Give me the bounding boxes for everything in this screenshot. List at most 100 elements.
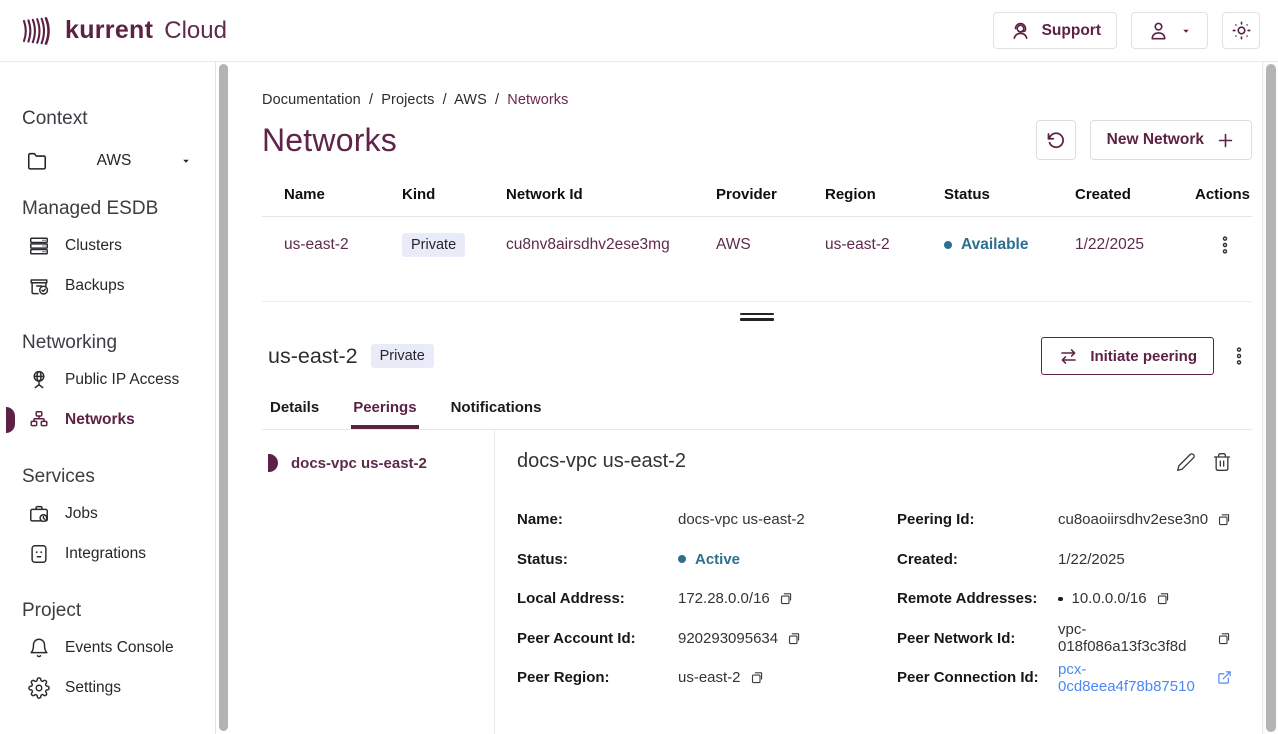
section-heading-services: Services <box>22 466 215 488</box>
tab-details[interactable]: Details <box>268 399 321 429</box>
copy-icon <box>1217 512 1232 527</box>
table-header: Name Kind Network Id Provider Region Sta… <box>262 186 1252 217</box>
table-row[interactable]: us-east-2 Private cu8nv8airsdhv2ese3mg A… <box>262 217 1252 273</box>
network-detail-title: us-east-2 <box>268 344 358 369</box>
theme-toggle-button[interactable] <box>1222 12 1260 49</box>
breadcrumb: Documentation / Projects / AWS / Network… <box>262 92 1252 108</box>
peer-connection-id-link[interactable]: pcx-0cd8eea4f78b87510 <box>1058 661 1208 695</box>
sidebar-item-settings[interactable]: Settings <box>28 668 215 708</box>
peering-detail-title: docs-vpc us-east-2 <box>517 450 686 473</box>
tab-notifications[interactable]: Notifications <box>449 399 544 429</box>
field-label-peer-region: Peer Region: <box>517 669 678 686</box>
sidebar-item-label: Public IP Access <box>65 371 179 389</box>
field-value-name: docs-vpc us-east-2 <box>678 511 805 528</box>
selected-peering-marker <box>268 454 278 472</box>
field-label-peering-id: Peering Id: <box>897 511 1058 528</box>
kurrent-cloud-logo[interactable]: kurrent Cloud <box>20 16 227 46</box>
refresh-icon <box>1045 130 1066 151</box>
refresh-button[interactable] <box>1036 120 1076 160</box>
edit-peering-button[interactable] <box>1176 452 1196 472</box>
header-actions: Support <box>993 12 1260 49</box>
field-label-name: Name: <box>517 511 678 528</box>
copy-remote-addresses-button[interactable] <box>1156 591 1171 606</box>
sidebar-item-jobs[interactable]: Jobs <box>28 494 215 534</box>
panel-splitter <box>262 301 1252 331</box>
copy-icon <box>1156 591 1171 606</box>
field-value-peer-account-id: 920293095634 <box>678 630 778 647</box>
sidebar-scrollbar[interactable] <box>215 62 232 734</box>
breadcrumb-item[interactable]: Projects <box>381 92 434 108</box>
new-network-button[interactable]: New Network <box>1090 120 1252 160</box>
main-scrollbar[interactable] <box>1262 62 1278 734</box>
delete-peering-button[interactable] <box>1212 452 1232 472</box>
plus-icon <box>1216 131 1235 150</box>
sidebar-item-public-ip-access[interactable]: Public IP Access <box>28 360 215 400</box>
copy-peer-network-id-button[interactable] <box>1217 631 1232 646</box>
field-row: Local Address: 172.28.0.0/16 <box>517 579 1232 619</box>
status-dot <box>944 241 952 249</box>
sidebar-item-events-console[interactable]: Events Console <box>28 628 215 668</box>
gear-icon <box>28 677 50 699</box>
context-selector[interactable]: AWS <box>26 150 192 172</box>
status-label: Available <box>961 236 1029 254</box>
field-label-peer-account-id: Peer Account Id: <box>517 630 678 647</box>
chevron-down-icon <box>180 155 192 167</box>
breadcrumb-item[interactable]: AWS <box>454 92 487 108</box>
app-header: kurrent Cloud Support <box>0 0 1278 62</box>
peering-list: docs-vpc us-east-2 <box>262 430 495 734</box>
main-scrollbar-thumb[interactable] <box>1266 64 1276 732</box>
user-icon <box>1147 19 1170 42</box>
splitter-drag-handle[interactable] <box>740 310 774 324</box>
sidebar-item-label: Backups <box>65 277 124 295</box>
field-value-peering-id: cu8oaoiirsdhv2ese3n0 <box>1058 511 1208 528</box>
column-header-kind: Kind <box>402 186 506 203</box>
sidebar-item-integrations[interactable]: Integrations <box>28 534 215 574</box>
kind-badge: Private <box>402 233 465 257</box>
context-selected-value: AWS <box>97 152 132 170</box>
breadcrumb-item[interactable]: Documentation <box>262 92 361 108</box>
sidebar-item-clusters[interactable]: Clusters <box>28 226 215 266</box>
cell-status: Available <box>944 236 1075 254</box>
logo-text-bold: kurrent <box>65 16 153 45</box>
sidebar-item-networks[interactable]: Networks <box>28 400 215 440</box>
open-peer-connection-button[interactable] <box>1217 670 1232 685</box>
integrations-icon <box>28 543 50 565</box>
sidebar-item-label: Clusters <box>65 237 122 255</box>
field-label-created: Created: <box>897 551 1058 568</box>
column-header-name: Name <box>284 186 402 203</box>
sidebar-item-backups[interactable]: Backups <box>28 266 215 306</box>
trash-icon <box>1212 452 1232 472</box>
sidebar-scrollbar-thumb[interactable] <box>219 64 228 731</box>
sidebar-item-label: Events Console <box>65 639 174 657</box>
section-heading-managed-esdb: Managed ESDB <box>22 198 215 220</box>
row-kebab-menu-button[interactable] <box>1212 231 1238 259</box>
field-row: Name: docs-vpc us-east-2 Peering Id: cu8… <box>517 500 1232 540</box>
peering-list-item[interactable]: docs-vpc us-east-2 <box>262 454 494 472</box>
copy-peering-id-button[interactable] <box>1217 512 1232 527</box>
column-header-region: Region <box>825 186 944 203</box>
copy-peer-region-button[interactable] <box>750 670 765 685</box>
column-header-provider: Provider <box>716 186 825 203</box>
initiate-peering-button[interactable]: Initiate peering <box>1041 337 1214 375</box>
external-link-icon <box>1217 670 1232 685</box>
field-row: Peer Account Id: 920293095634 <box>517 619 1232 659</box>
column-header-actions: Actions <box>1182 186 1252 203</box>
copy-icon <box>750 670 765 685</box>
copy-local-address-button[interactable] <box>779 591 794 606</box>
field-value-created: 1/22/2025 <box>1058 551 1125 568</box>
field-row: Peer Region: us-east-2 Pe <box>517 658 1232 698</box>
breadcrumb-separator: / <box>443 92 447 108</box>
copy-peer-account-id-button[interactable] <box>787 631 802 646</box>
logo-text-light: Cloud <box>164 17 227 45</box>
network-kind-badge: Private <box>371 344 434 368</box>
detail-kebab-menu-button[interactable] <box>1226 342 1252 370</box>
networks-table: Name Kind Network Id Provider Region Sta… <box>262 186 1252 273</box>
tab-peerings[interactable]: Peerings <box>351 399 418 429</box>
backups-icon <box>28 275 50 297</box>
user-menu-button[interactable] <box>1131 12 1208 49</box>
field-value-local-address: 172.28.0.0/16 <box>678 590 770 607</box>
support-button[interactable]: Support <box>993 12 1117 49</box>
page-title: Networks <box>262 122 397 159</box>
breadcrumb-separator: / <box>369 92 373 108</box>
column-header-status: Status <box>944 186 1075 203</box>
